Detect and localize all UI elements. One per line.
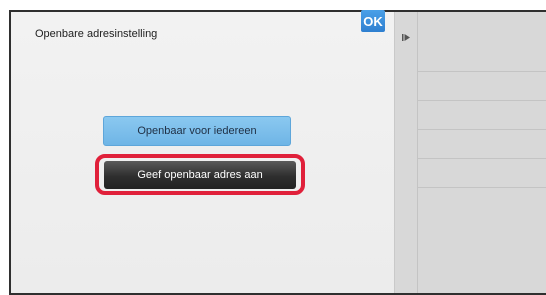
side-panel-list [418, 12, 546, 188]
public-for-everyone-button[interactable]: Openbaar voor iedereen [103, 116, 291, 146]
list-item [418, 72, 546, 101]
public-address-settings-dialog: Openbare adresinstelling OK Openbaar voo… [11, 10, 395, 293]
list-item [418, 12, 546, 72]
list-item [418, 159, 546, 188]
ok-button[interactable]: OK [361, 10, 385, 32]
specify-public-address-button[interactable]: Geef openbaar adres aan [104, 161, 296, 189]
side-panel [395, 12, 546, 293]
device-screen: Openbare adresinstelling OK Openbaar voo… [9, 10, 546, 295]
list-item [418, 101, 546, 130]
dialog-title: Openbare adresinstelling [35, 28, 158, 40]
play-triangle-icon[interactable] [395, 12, 417, 62]
list-item [418, 130, 546, 159]
play-triangle-icon-shape [401, 33, 410, 41]
